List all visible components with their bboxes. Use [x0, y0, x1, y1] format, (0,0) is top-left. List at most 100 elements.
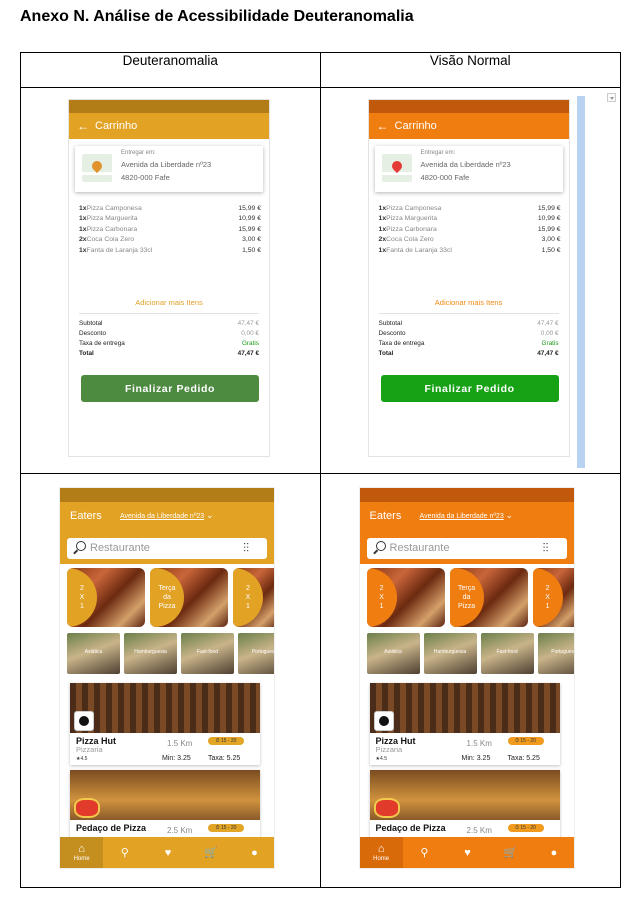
item-quantity: 1x	[378, 215, 387, 223]
map-pin-icon	[381, 154, 412, 182]
totals-value: 0,00 €	[540, 330, 559, 337]
category-card[interactable]: Asiática	[366, 633, 420, 674]
totals-row: Desconto 0,00 €	[79, 329, 259, 339]
delivery-address-card[interactable]: Entregar em: Avenida da Liberdade nº23 4…	[75, 146, 263, 192]
cart-app-bar: ← Carrinho	[69, 113, 269, 139]
scrollbar[interactable]	[576, 96, 585, 468]
item-quantity: 1x	[79, 225, 87, 233]
category-card[interactable]: Portuguesa	[238, 633, 275, 674]
category-card[interactable]: Portuguesa	[537, 633, 574, 674]
delivery-address-line1: Avenida da Liberdade nº23	[121, 160, 212, 169]
delivery-fee: Taxa: 5.25	[507, 755, 540, 762]
category-card[interactable]: Fast-food	[181, 633, 234, 674]
promo-card[interactable]: 2 X 1	[67, 568, 145, 627]
item-quantity: 1x	[378, 205, 387, 212]
restaurant-rating: ★4.5	[375, 756, 387, 762]
item-name: Pizza Carbonara	[386, 225, 437, 233]
cart-screen: ← Carrinho Entregar em: Avenida da Liber…	[68, 99, 270, 457]
nav-item[interactable]: ●	[233, 837, 274, 868]
item-name: Pizza Carbonara	[86, 225, 138, 233]
item-quantity: 1x	[79, 205, 87, 212]
search-input[interactable]: Restaurante ⫶⫶	[67, 538, 267, 559]
arrow-left-icon[interactable]: ←	[77, 119, 89, 133]
item-price: 15,99 €	[238, 225, 261, 233]
promo-card[interactable]: 2 X 1	[233, 568, 274, 627]
promo-label: 2 X 1	[233, 568, 263, 627]
home-screen: Eaters Avenida da Liberdade nº23 ⌄ Resta…	[59, 487, 275, 869]
cart-title: Carrinho	[394, 120, 437, 132]
nav-item[interactable]: ●	[532, 837, 573, 868]
divider	[79, 313, 259, 314]
nav-item[interactable]: ⌂ Home	[359, 837, 403, 868]
restaurant-card[interactable]: Pedaço de Pizza 2.5 Km ⏱ 15 - 20	[70, 770, 260, 840]
category-label: Portuguesa	[251, 649, 275, 655]
category-label: Asiática	[384, 649, 402, 655]
promo-carousel[interactable]: 2 X 1 Terça da Pizza 2 X 1	[366, 568, 574, 627]
cart-item: 1xPizza Marguerita 10,99 €	[79, 214, 261, 224]
finish-order-button[interactable]: Finalizar Pedido	[81, 375, 259, 402]
nav-item[interactable]: ⚲	[103, 837, 146, 868]
finish-order-button[interactable]: Finalizar Pedido	[380, 375, 559, 402]
account-icon: ●	[251, 846, 258, 859]
nav-item[interactable]: ⌂ Home	[60, 837, 104, 868]
restaurant-card[interactable]: Pedaço de Pizza 2.5 Km ⏱ 15 - 20	[369, 770, 560, 840]
cart-item-desc: 1xPizza Camponesa	[79, 204, 142, 214]
restaurant-card[interactable]: Pizza Hut Pizzaria 1.5 Km ⏱ 15 - 20 ★4.5 Min:…	[70, 683, 260, 765]
location-selector[interactable]: Avenida da Liberdade nº23	[120, 513, 204, 520]
bottom-nav: ⌂ Home ⚲ ♥ 🛒 ●	[359, 837, 574, 868]
item-price: 1,50 €	[242, 246, 261, 254]
nav-item[interactable]: ⚲	[403, 837, 446, 868]
chevron-down-icon[interactable]: ⌄	[506, 510, 514, 521]
cart-item: 1xPizza Camponesa 15,99 €	[379, 204, 561, 214]
cart-item: 2xCoca Cola Zero 3,00 €	[79, 235, 261, 245]
cart-app-bar: ← Carrinho	[368, 113, 569, 139]
cart-item: 1xFanta de Laranja 33cl 1,50 €	[379, 246, 561, 256]
heart-icon: ♥	[164, 846, 172, 859]
item-quantity: 2x	[378, 236, 387, 244]
search-input[interactable]: Restaurante ⫶⫶	[366, 538, 567, 559]
nav-item[interactable]: 🛒	[489, 837, 532, 868]
filter-icon[interactable]: ⫶⫶	[243, 541, 249, 556]
comparison-table: Deuteranomalia Visão Normal ← Carrinho E…	[20, 52, 622, 888]
location-selector[interactable]: Avenida da Liberdade nº23	[420, 513, 504, 520]
category-carousel[interactable]: Asiática Hamburguesia Fast-food Portuguesa	[366, 633, 574, 674]
delivery-address-card[interactable]: Entregar em: Avenida da Liberdade nº23 4…	[374, 146, 563, 192]
home-screen: Eaters Avenida da Liberdade nº23 ⌄ Resta…	[358, 487, 575, 869]
add-more-items-link[interactable]: Adicionar mais Itens	[369, 298, 569, 307]
filter-icon[interactable]: ⫶⫶	[543, 541, 549, 556]
category-card[interactable]: Asiática	[67, 633, 120, 674]
add-more-items-link[interactable]: Adicionar mais Itens	[69, 298, 269, 307]
totals-value: 0,00 €	[241, 330, 259, 337]
category-card[interactable]: Hamburguesia	[423, 633, 477, 674]
chevron-down-icon[interactable]: ⌄	[206, 510, 214, 521]
restaurant-distance: 1.5 Km	[466, 739, 492, 748]
cart-icon: 🛒	[204, 847, 219, 859]
delivery-time-badge: ⏱ 15 - 20	[208, 737, 244, 745]
item-name: Fanta de Laranja 33cl	[86, 246, 153, 254]
category-card[interactable]: Hamburguesia	[124, 633, 177, 674]
arrow-left-icon[interactable]: ←	[377, 119, 389, 133]
promo-card[interactable]: Terça da Pizza	[150, 568, 228, 627]
cart-cell-normal: ← Carrinho Entregar em: Avenida da Liber…	[319, 87, 622, 474]
chevron-down-icon[interactable]	[606, 93, 616, 102]
totals-row: Total 47,47 €	[379, 349, 559, 359]
category-carousel[interactable]: Asiática Hamburguesia Fast-food Portuguesa	[67, 633, 275, 674]
nav-item[interactable]: ♥	[446, 837, 489, 868]
totals-label: Subtotal	[79, 320, 103, 327]
account-icon: ●	[550, 846, 558, 859]
category-card[interactable]: Fast-food	[480, 633, 534, 674]
promo-card[interactable]: Terça da Pizza	[449, 568, 528, 627]
nav-item[interactable]: ♥	[146, 837, 189, 868]
promo-card[interactable]: 2 X 1	[366, 568, 445, 627]
promo-card[interactable]: 2 X 1	[532, 568, 574, 627]
search-placeholder: Restaurante	[389, 542, 450, 554]
promo-carousel[interactable]: 2 X 1 Terça da Pizza 2 X 1	[67, 568, 274, 627]
delivery-label: Entregar em:	[121, 150, 156, 156]
nav-item[interactable]: 🛒	[190, 837, 233, 868]
restaurant-card[interactable]: Pizza Hut Pizzaria 1.5 Km ⏱ 15 - 20 ★4.5 Min:…	[369, 683, 560, 765]
restaurant-name: Pedaço de Pizza	[76, 823, 147, 833]
restaurant-distance: 2.5 Km	[167, 826, 193, 835]
cart-item: 1xPizza Marguerita 10,99 €	[379, 214, 561, 224]
item-quantity: 1x	[378, 246, 387, 254]
nav-label: Home	[373, 856, 390, 862]
